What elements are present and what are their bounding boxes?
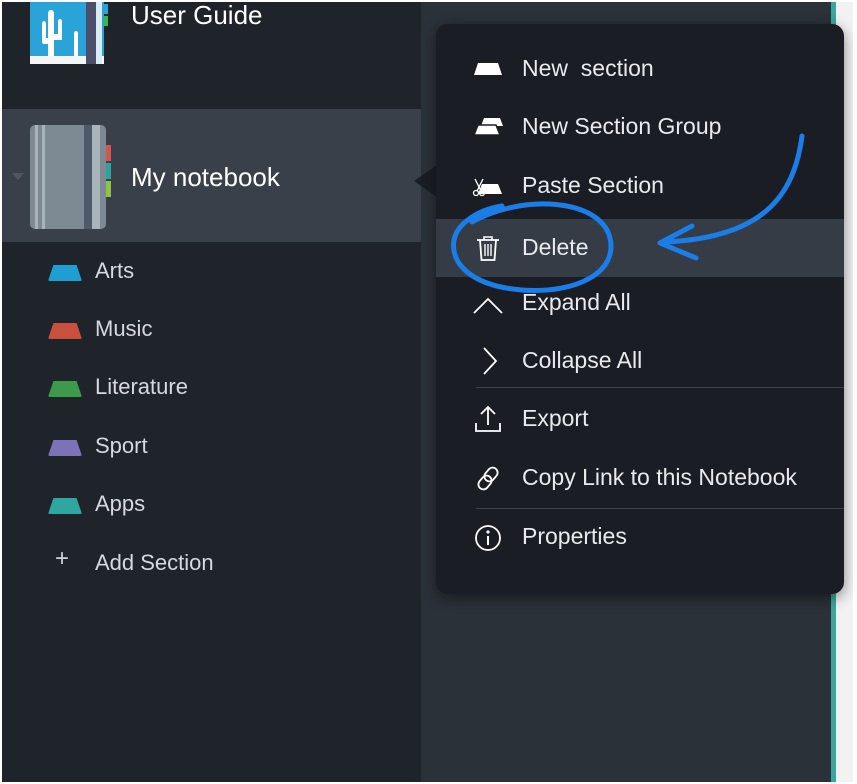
section-color-tab-icon <box>48 440 82 456</box>
new-section-icon <box>474 63 502 75</box>
section-item-music[interactable]: Music <box>2 301 421 359</box>
section-item-arts[interactable]: Arts <box>2 243 421 301</box>
section-color-tab-icon <box>48 498 82 514</box>
section-color-tab-icon <box>48 381 82 397</box>
menu-item-export[interactable]: Export <box>436 390 844 448</box>
add-section-button[interactable]: + Add Section <box>2 535 421 593</box>
export-icon <box>475 405 501 432</box>
menu-item-new-section-group[interactable]: New Section Group <box>436 98 844 156</box>
notebook-cactus-icon <box>30 2 108 64</box>
section-color-tab-icon <box>48 265 82 281</box>
notebook-item-my-notebook[interactable]: My notebook <box>2 109 421 242</box>
chevron-right-icon <box>483 347 498 375</box>
section-label: Literature <box>95 374 188 399</box>
notebook-context-menu: New section New Section Group Paste Sect… <box>436 24 844 594</box>
link-icon <box>477 466 499 491</box>
menu-item-collapse-all[interactable]: Collapse All <box>436 332 844 390</box>
section-item-literature[interactable]: Literature <box>2 359 421 417</box>
menu-item-new-section[interactable]: New section <box>436 40 844 98</box>
section-label: Music <box>95 316 153 341</box>
menu-item-paste-section[interactable]: Paste Section <box>436 157 844 215</box>
paste-section-icon <box>472 178 502 197</box>
menu-item-properties[interactable]: Properties <box>436 508 844 566</box>
menu-item-expand-all[interactable]: Expand All <box>436 274 844 332</box>
menu-item-label: Paste Section <box>522 172 664 198</box>
menu-item-label: Collapse All <box>522 347 643 373</box>
section-label: Sport <box>95 433 148 458</box>
section-item-apps[interactable]: Apps <box>2 476 421 534</box>
section-label: Apps <box>95 491 146 516</box>
menu-item-label: Delete <box>522 234 589 260</box>
menu-item-label: New section <box>522 55 654 81</box>
section-color-tab-icon <box>48 323 82 339</box>
menu-item-label: Export <box>522 405 589 431</box>
info-icon <box>475 525 501 551</box>
notebook-gray-icon <box>30 125 111 229</box>
chevron-up-icon <box>473 297 503 314</box>
new-section-group-icon <box>472 118 503 136</box>
section-item-sport[interactable]: Sport <box>2 418 421 476</box>
notebook-title: My notebook <box>131 162 280 192</box>
menu-item-label: New Section Group <box>522 113 722 139</box>
trash-icon <box>477 236 499 261</box>
menu-pointer-arrow <box>414 165 437 197</box>
notebook-title: User Guide <box>131 2 263 30</box>
notebook-sidebar: User Guide My notebook Arts Music Litera… <box>2 2 421 782</box>
menu-item-copy-link[interactable]: Copy Link to this Notebook <box>436 449 844 507</box>
menu-divider <box>476 387 844 388</box>
app-window: User Guide My notebook Arts Music Litera… <box>2 2 853 782</box>
menu-item-delete[interactable]: Delete <box>436 219 844 277</box>
add-section-label: Add Section <box>95 550 214 575</box>
notebook-item-user-guide[interactable]: User Guide <box>2 2 421 108</box>
expand-arrow-icon[interactable] <box>12 173 24 180</box>
section-label: Arts <box>95 258 135 283</box>
menu-item-label: Expand All <box>522 289 631 315</box>
plus-icon: + <box>55 545 70 572</box>
menu-item-label: Copy Link to this Notebook <box>522 464 797 490</box>
menu-item-label: Properties <box>522 523 627 549</box>
